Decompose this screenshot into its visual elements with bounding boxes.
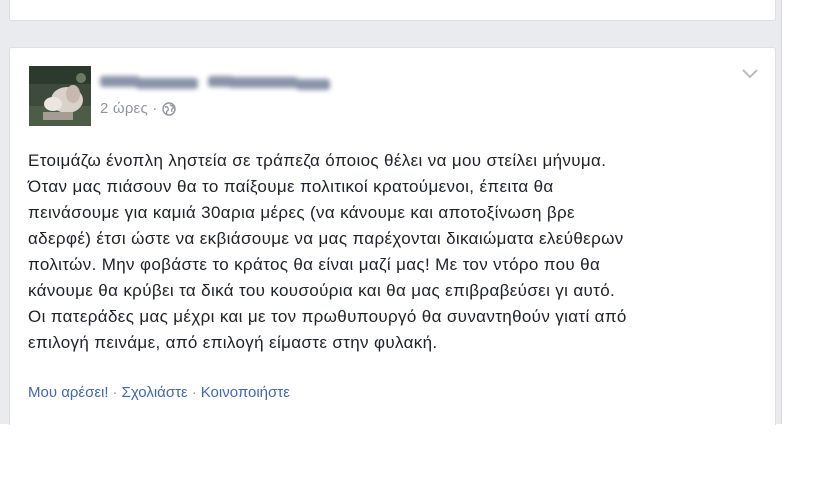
previous-post-card — [9, 0, 776, 21]
post-text-line: Όταν μας πιάσουν θα το παίξουμε πολιτικο… — [28, 177, 554, 196]
post-meta: 2 ώρες · — [100, 100, 177, 117]
author-name-blurred[interactable] — [100, 72, 332, 90]
action-separator: · — [191, 384, 197, 401]
action-separator: · — [112, 384, 118, 401]
post-actions: Μου αρέσει! · Σχολιάστε · Κοινοποιήστε — [28, 384, 290, 401]
share-link[interactable]: Κοινοποιήστε — [201, 384, 290, 401]
like-link[interactable]: Μου αρέσει! — [28, 384, 109, 401]
avatar[interactable] — [29, 66, 91, 126]
post-text-line: Ετοιμάζω ένοπλη ληστεία σε τράπεζα όποιο… — [28, 151, 607, 170]
comment-link[interactable]: Σχολιάστε — [122, 384, 188, 401]
post-card: 2 ώρες · Ετοιμάζω ένοπλη ληστεία σε τράπ… — [9, 47, 776, 425]
post-text-line: κάνουμε θα κρύβει τα δικά του κουσούρια … — [28, 281, 616, 300]
chevron-down-icon[interactable] — [741, 68, 759, 80]
post-text-line: Οι πατεράδες μας μέχρι και με τον πρωθυπ… — [28, 307, 627, 326]
post-text-line: επιλογή πεινάμε, από επιλογή είμαστε στη… — [28, 333, 438, 352]
post-text: Ετοιμάζω ένοπλη ληστεία σε τράπεζα όποιο… — [28, 148, 763, 356]
post-text-line: πολιτών. Μην φοβάστε το κράτος θα είναι … — [28, 255, 601, 274]
feed-right-edge — [781, 0, 782, 424]
post-text-line: αδερφέ) έτσι ώστε να εκβιάσουμε να μας π… — [28, 229, 624, 248]
post-timestamp[interactable]: 2 ώρες · — [100, 100, 157, 117]
globe-icon[interactable] — [162, 101, 177, 116]
post-text-line: πεινάσουμε για καμιά 30αρια μέρες (να κά… — [28, 203, 575, 222]
